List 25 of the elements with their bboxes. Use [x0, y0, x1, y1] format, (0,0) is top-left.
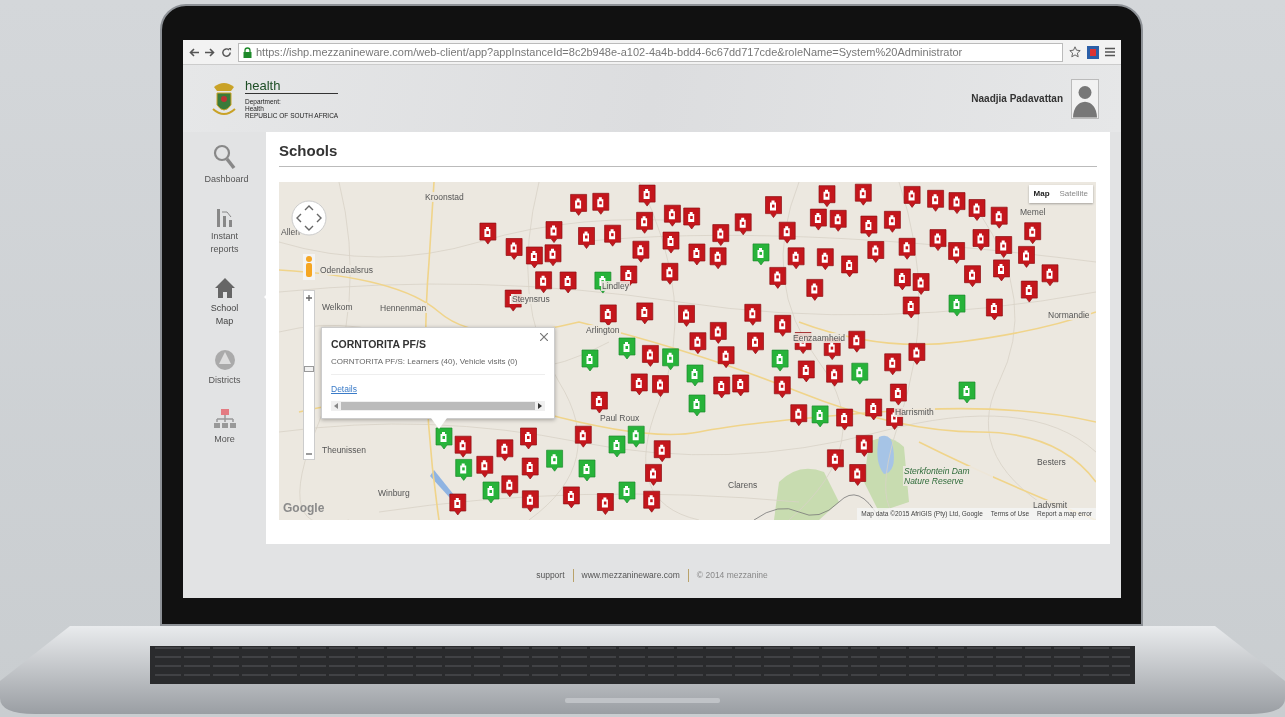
- google-logo: Google: [283, 500, 325, 517]
- place-label: Winburg: [377, 488, 411, 498]
- place-label: Normandie: [1047, 310, 1091, 320]
- place-label: Harrismith: [894, 407, 935, 417]
- place-label: Odendaalsrus: [319, 265, 374, 275]
- logo-title: health: [245, 78, 339, 94]
- place-label: Clarens: [727, 480, 759, 490]
- place-label: Memel: [1019, 207, 1047, 217]
- place-label: Paul Roux: [599, 413, 641, 423]
- place-label: Lindley: [601, 281, 630, 291]
- place-label: Hennenman: [379, 303, 428, 313]
- info-text: CORNTORITA PF/S: Learners (40), Vehicle visits (0): [331, 355, 545, 375]
- place-label: Besters: [1036, 457, 1067, 467]
- copyright-text: © 2014 mezzanine: [687, 569, 768, 582]
- place-label: Steynsrus: [511, 294, 551, 304]
- place-label: Kroonstad: [424, 192, 465, 202]
- info-title: CORNTORITA PF/S: [331, 337, 427, 352]
- place-label: Eenzaamheid: [792, 333, 846, 343]
- place-label: Welkom: [321, 302, 354, 312]
- place-label: Sterkfontein Dam Nature Reserve: [903, 466, 993, 486]
- page-title: Schools: [279, 142, 1097, 167]
- user-name: Naadjia Padavattan: [971, 92, 1063, 106]
- url-text: https://ishp.mezzanineware.com/web-client/app?appInstanceId=8c2b948e-a102-4a4b-bdd4-6c67dd717cde&roleName=System%20Administrator: [256, 44, 963, 60]
- place-label: Theunissen: [321, 445, 367, 455]
- place-label: Arlington: [585, 325, 621, 335]
